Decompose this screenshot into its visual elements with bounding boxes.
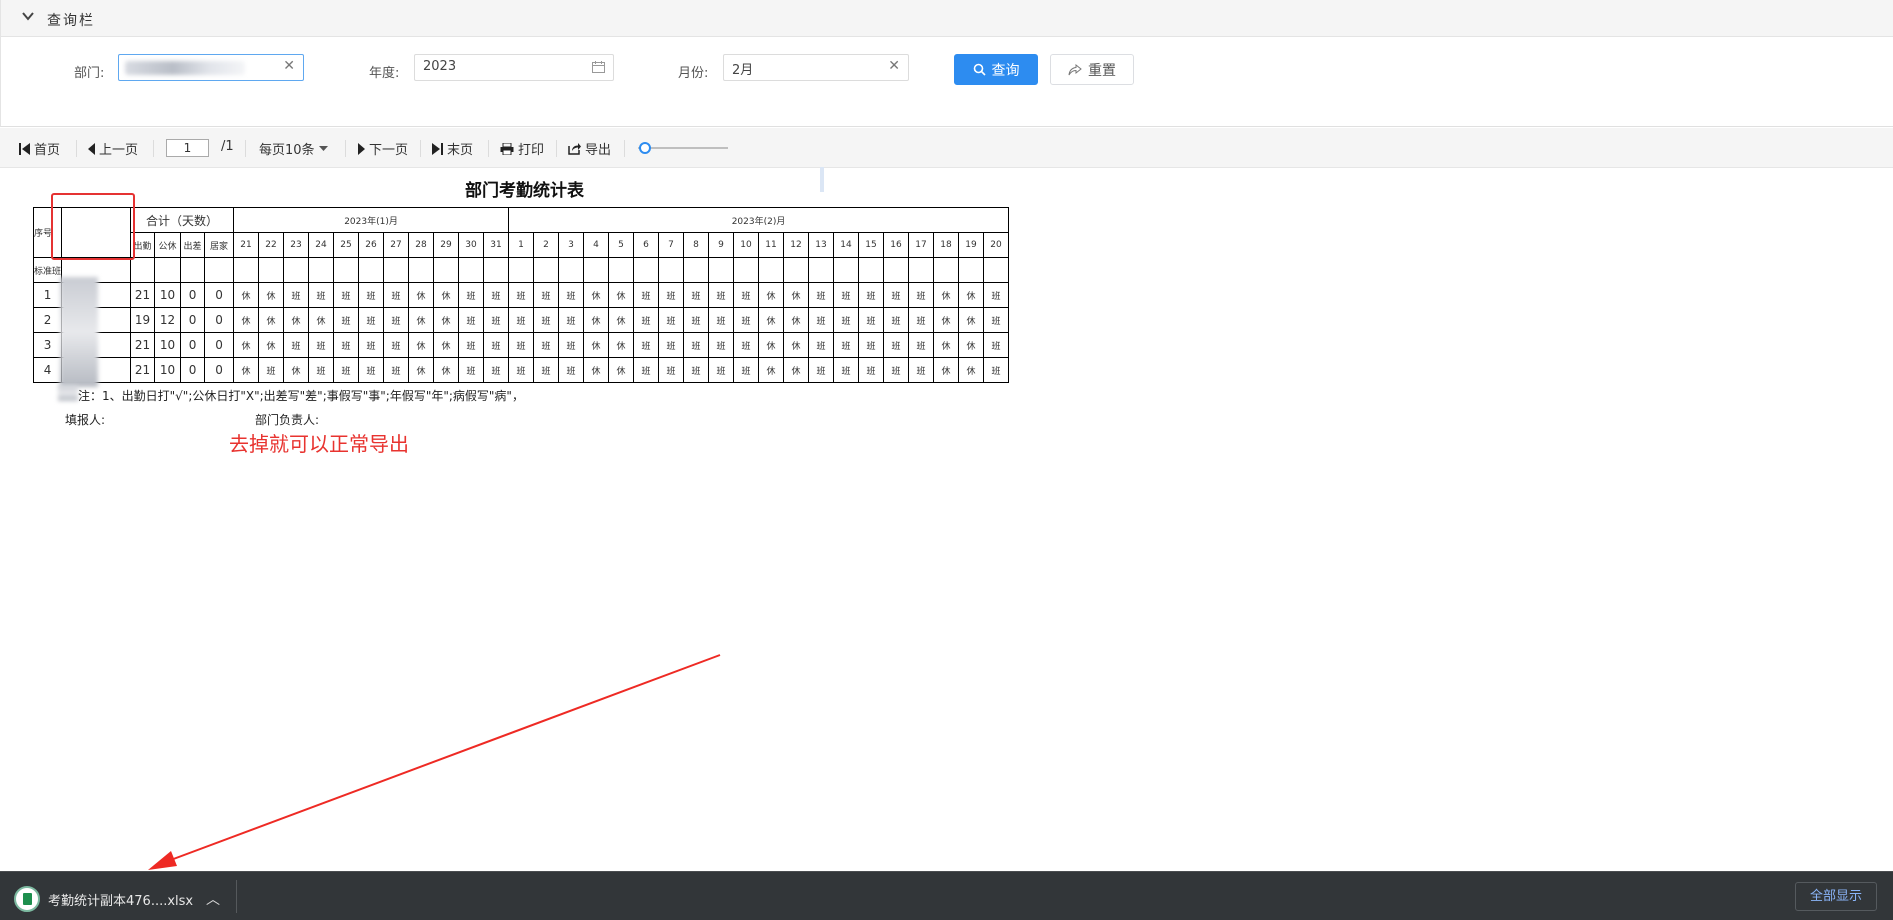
chevron-up-icon[interactable]: ︿: [206, 889, 220, 909]
arrow-head: [148, 851, 177, 870]
download-item[interactable]: 考勤统计副本476....xlsx: [14, 886, 193, 912]
download-divider: [236, 880, 237, 913]
download-bar: 考勤统计副本476....xlsx ︿ 全部显示: [0, 871, 1893, 920]
spreadsheet-icon: [14, 886, 40, 912]
download-filename: 考勤统计副本476....xlsx: [48, 893, 194, 909]
show-all-button[interactable]: 全部显示: [1794, 882, 1877, 911]
annotation-arrow: [148, 654, 721, 870]
